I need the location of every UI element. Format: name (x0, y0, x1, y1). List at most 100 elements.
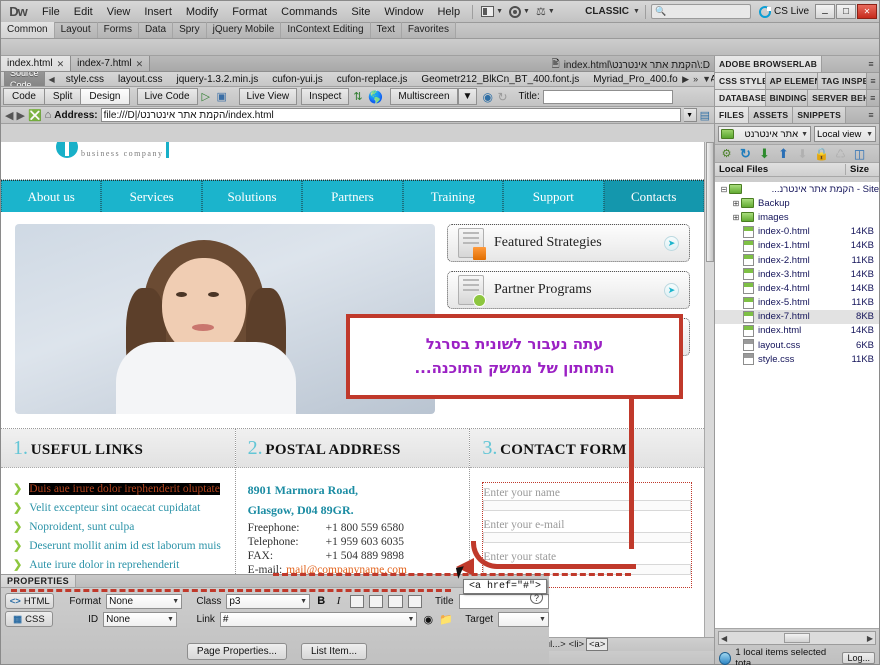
form-input[interactable] (483, 500, 692, 511)
panel-tab-bindings[interactable]: BINDINGS (765, 90, 809, 106)
site-select[interactable]: ▼ אתר אינטרנט (718, 126, 811, 142)
nav-item-contacts[interactable]: Contacts (603, 181, 704, 212)
list-item[interactable]: ❯ Deserunt mollit anim id est laborum mu… (13, 539, 223, 552)
insert-tab-incontext-editing[interactable]: InContext Editing (281, 22, 371, 38)
menu-modify[interactable]: Modify (179, 3, 225, 21)
menu-file[interactable]: File (35, 3, 67, 21)
collapse-icon[interactable]: ⊟ (719, 185, 729, 194)
panel-tab-snippets[interactable]: SNIPPETS (793, 107, 846, 123)
site-logo[interactable]: business company (56, 142, 170, 158)
scroll-left-icon[interactable]: ◀ (721, 634, 727, 643)
format-select[interactable]: None ▼ (106, 593, 183, 609)
file-row-index-7-selected[interactable]: index-7.html 8KB (715, 309, 879, 324)
menu-view[interactable]: View (100, 3, 138, 21)
file-row-index[interactable]: index.html 14KB (715, 324, 879, 338)
stop-icon[interactable]: ❎ (28, 109, 42, 122)
expand-icon[interactable]: ⊞ (731, 213, 741, 222)
file-row-images[interactable]: ⊞ images (715, 210, 879, 224)
feature-card-featured-strategies[interactable]: Featured Strategies ➤ (447, 224, 690, 262)
search-input[interactable]: 🔍 (650, 4, 751, 19)
panel-options-icon[interactable]: ≡ (863, 107, 879, 123)
view-mode-code[interactable]: Code (3, 88, 45, 105)
list-item[interactable]: ❯ Noproident, sunt culpa (13, 520, 223, 533)
connect-remote-icon[interactable]: ⚙ (720, 147, 733, 160)
file-row-index-4[interactable]: index-4.html 14KB (715, 281, 879, 295)
italic-button[interactable]: I (332, 594, 344, 608)
related-file-cufon-replace[interactable]: cufon-replace.js (330, 74, 415, 85)
extend-settings-button[interactable]: ▼ (506, 5, 533, 19)
view-mode-select[interactable]: Local view ▼ (814, 126, 876, 142)
files-horizontal-scrollbar[interactable]: ◀ ▶ (718, 631, 876, 645)
related-file-geometr[interactable]: Geometr212_BlkCn_BT_400.font.js (414, 74, 586, 85)
preview-browser-icon[interactable]: ◉ (482, 90, 497, 104)
panel-tab-server-behaviors[interactable]: SERVER BEHA (808, 90, 867, 106)
panel-options-icon[interactable]: ≡ (867, 73, 879, 89)
canvas-vertical-scrollbar[interactable] (704, 142, 714, 637)
related-files-overflow[interactable]: ▶ » ▼ (678, 72, 711, 86)
workspace-switcher[interactable]: CLASSIC ▼ (585, 6, 640, 17)
double-chevron-icon[interactable]: » (693, 74, 698, 84)
close-icon[interactable]: ✕ (57, 57, 65, 71)
chevron-right-icon[interactable]: ▶ (682, 74, 689, 85)
doc-tab-index-html[interactable]: index.html ✕ (1, 56, 72, 71)
insert-tab-layout[interactable]: Layout (55, 22, 98, 38)
properties-tab-label[interactable]: PROPERTIES (1, 575, 77, 587)
cs-live-button[interactable]: CS Live (758, 5, 809, 18)
panel-options-icon[interactable]: ≡ (867, 90, 879, 106)
site-management-button[interactable]: ⚖ ▼ (533, 4, 558, 19)
inspect-button[interactable]: Inspect (301, 88, 350, 105)
home-icon[interactable]: ⌂ (45, 109, 52, 121)
insert-tab-favorites[interactable]: Favorites (402, 22, 456, 38)
chevron-left-icon[interactable]: ◀ (45, 75, 59, 84)
menu-insert[interactable]: Insert (137, 3, 179, 21)
file-row-index-3[interactable]: index-3.html 14KB (715, 267, 879, 281)
arrow-right-icon[interactable]: ➤ (664, 282, 679, 298)
file-row-index-5[interactable]: index-5.html 11KB (715, 296, 879, 310)
globe-icon[interactable]: 🌎 (368, 90, 383, 104)
scrollbar-thumb[interactable] (784, 633, 810, 643)
nav-item-about-us[interactable]: About us (1, 181, 102, 212)
file-row-style-css[interactable]: style.css 11KB (715, 352, 879, 366)
menu-window[interactable]: Window (377, 3, 430, 21)
get-files-icon[interactable]: ⬇ (758, 146, 771, 161)
menu-format[interactable]: Format (225, 3, 274, 21)
nav-item-support[interactable]: Support (503, 181, 604, 212)
filter-icon[interactable]: ▼ (702, 74, 711, 84)
nav-item-solutions[interactable]: Solutions (201, 181, 303, 212)
menu-site[interactable]: Site (344, 3, 377, 21)
tag-item-anchor-selected[interactable]: <a> (586, 638, 609, 651)
panel-tab-ap-elements[interactable]: AP ELEMENT (765, 73, 818, 89)
id-select[interactable]: None ▼ (103, 611, 177, 627)
feature-card-partner-programs[interactable]: Partner Programs ➤ (447, 271, 690, 309)
menu-help[interactable]: Help (430, 3, 467, 21)
link-select[interactable]: # ▼ (219, 611, 418, 627)
play-debug-icon[interactable]: ▷ (202, 90, 217, 104)
nav-item-training[interactable]: Training (402, 181, 504, 212)
validate-icon[interactable]: ▣ (217, 90, 232, 104)
arrow-right-icon[interactable]: ➤ (664, 235, 679, 251)
panel-options-icon[interactable]: ≡ (863, 56, 879, 72)
panel-tab-css-styles[interactable]: CSS STYLES (715, 73, 766, 89)
list-item-button[interactable]: List Item... (300, 642, 368, 660)
nav-item-partners[interactable]: Partners (302, 181, 403, 212)
panel-tab-files[interactable]: FILES (715, 107, 750, 123)
indent-icon[interactable] (407, 594, 423, 608)
insert-tab-forms[interactable]: Forms (98, 22, 139, 38)
unordered-list-icon[interactable] (349, 594, 365, 608)
file-row-backup[interactable]: ⊞ Backup (715, 196, 879, 210)
maximize-button[interactable]: ☐ (836, 4, 856, 19)
address-dropdown-icon[interactable]: ▼ (683, 108, 697, 122)
address-input[interactable]: file:///D|/הקמת אתר אינטרנט/index.html (100, 108, 681, 122)
tag-item-li[interactable]: <li> (568, 639, 585, 650)
multiscreen-button[interactable]: Multiscreen (390, 88, 458, 105)
put-files-icon[interactable]: ⬆ (777, 146, 790, 161)
target-select[interactable]: ▼ (498, 611, 549, 627)
related-file-cufon-yui[interactable]: cufon-yui.js (265, 74, 330, 85)
list-item[interactable]: ❯ Aute irure dolor in reprehenderit (13, 558, 223, 571)
insert-tab-data[interactable]: Data (139, 22, 174, 38)
insert-tab-text[interactable]: Text (371, 22, 402, 38)
expand-panel-icon[interactable]: ◫ (853, 147, 866, 161)
panel-tab-tag-inspector[interactable]: TAG INSPEC (817, 73, 867, 89)
scrollbar-thumb[interactable] (706, 142, 714, 262)
form-field-name[interactable]: Enter your name (483, 487, 692, 511)
